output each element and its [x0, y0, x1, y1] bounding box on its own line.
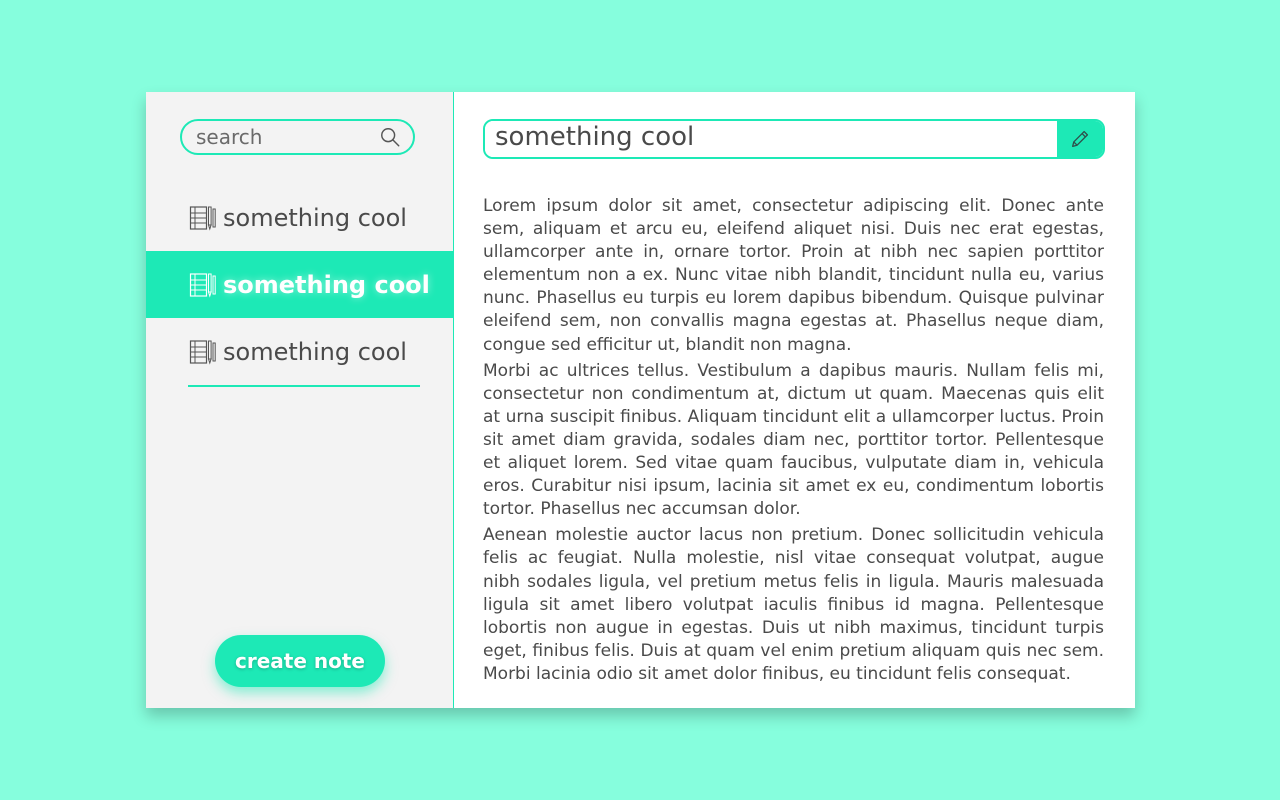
notebook-pencil-icon	[189, 205, 216, 231]
note-title-label: something cool	[223, 203, 407, 232]
edit-button[interactable]	[1057, 121, 1103, 157]
note-editor: Lorem ipsum dolor sit amet, consectetur …	[454, 92, 1135, 708]
note-list-item-selected[interactable]: something cool	[146, 251, 453, 318]
note-paragraph: Aenean molestie auctor lacus non pretium…	[483, 525, 1104, 684]
create-note-button[interactable]: create note	[215, 635, 385, 687]
search-input[interactable]	[196, 125, 379, 149]
note-title-label: something cool	[223, 270, 430, 299]
notebook-pencil-icon	[189, 272, 216, 298]
note-title-input[interactable]	[485, 121, 1057, 157]
note-list-item[interactable]: something cool	[146, 318, 453, 385]
note-title-bar	[483, 119, 1105, 159]
note-list: something cool something cool something …	[146, 184, 453, 387]
note-title-label: something cool	[223, 337, 407, 366]
notes-app-window: something cool something cool	[146, 92, 1135, 708]
search-icon[interactable]	[379, 126, 401, 148]
note-list-item[interactable]: something cool	[146, 184, 453, 251]
search-box[interactable]	[180, 119, 415, 155]
list-divider	[188, 385, 420, 387]
note-paragraph: Morbi ac ultrices tellus. Vestibulum a d…	[483, 360, 1104, 520]
note-paragraph: Lorem ipsum dolor sit amet, consectetur …	[483, 196, 1104, 355]
notebook-pencil-icon	[189, 339, 216, 365]
sidebar: something cool something cool	[146, 92, 454, 708]
note-body[interactable]: Lorem ipsum dolor sit amet, consectetur …	[483, 195, 1104, 689]
pencil-icon	[1072, 130, 1089, 147]
